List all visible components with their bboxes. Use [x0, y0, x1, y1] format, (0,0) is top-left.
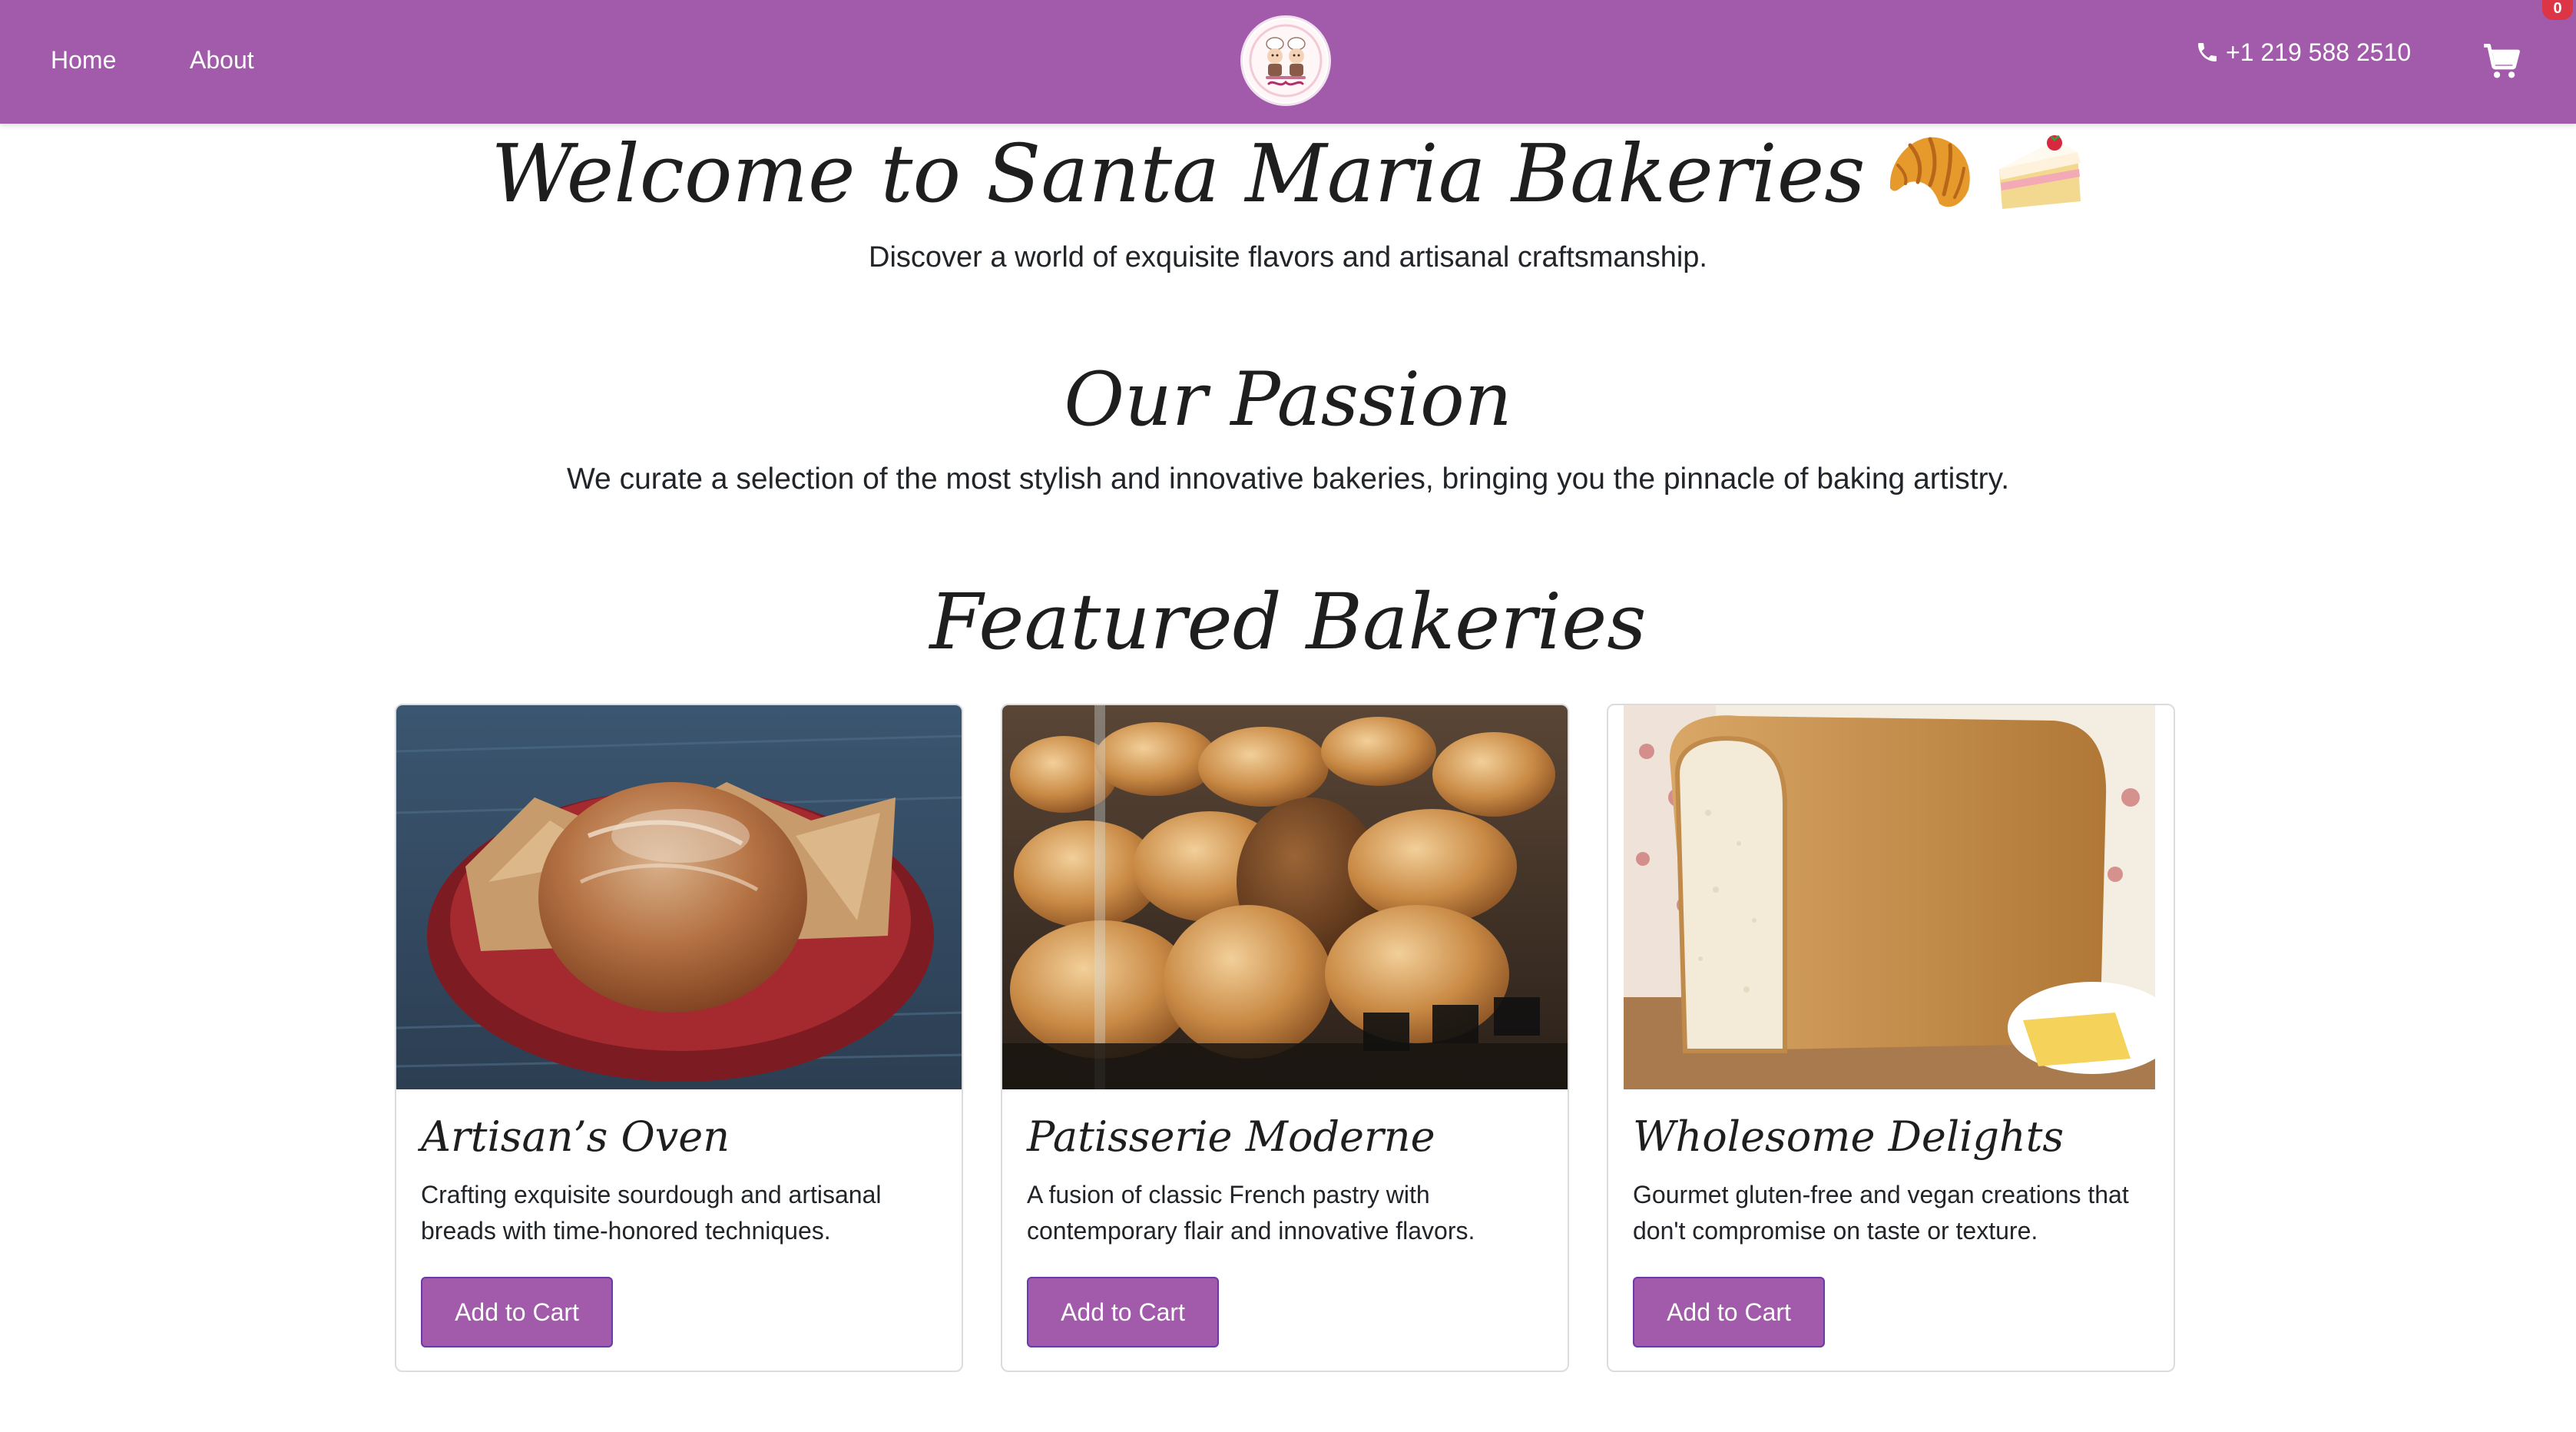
bread-display-image: [1002, 705, 1568, 1089]
nav-link-about[interactable]: About: [190, 43, 254, 77]
phone-icon: [2195, 40, 2220, 65]
card-title: Wholesome Delights: [1633, 1112, 2064, 1161]
cart-button[interactable]: [2482, 41, 2522, 81]
featured-title: Featured Bakeries: [929, 577, 1647, 667]
card-title: Patisserie Moderne: [1027, 1112, 1435, 1161]
sourdough-loaf-image: [396, 705, 962, 1089]
add-to-cart-button[interactable]: Add to Cart: [421, 1277, 613, 1347]
add-to-cart-button[interactable]: Add to Cart: [1633, 1277, 1825, 1347]
card-description: A fusion of classic French pastry with c…: [1027, 1181, 1475, 1245]
hero-subtitle: Discover a world of exquisite flavors an…: [869, 241, 1707, 273]
bakery-card: Wholesome Delights Gourmet gluten-free a…: [1607, 704, 2175, 1372]
nav-link-home[interactable]: Home: [51, 43, 116, 77]
bakery-card: Patisserie Moderne A fusion of classic F…: [1001, 704, 1569, 1372]
phone-number[interactable]: +1 219 588 2510: [2226, 38, 2411, 67]
bakery-logo-icon: [1244, 19, 1327, 102]
cart-icon: [2484, 44, 2520, 78]
bakery-logo[interactable]: [1240, 15, 1331, 106]
cake-emoji: [1995, 135, 2085, 212]
cart-count-badge: 0: [2542, 0, 2573, 20]
passion-text: We curate a selection of the most stylis…: [566, 462, 2010, 496]
navbar: Home About +1 219 588 2510 0: [0, 0, 2576, 124]
passion-title: Our Passion: [1064, 356, 1512, 443]
card-description: Gourmet gluten-free and vegan creations …: [1633, 1181, 2129, 1245]
phone-contact[interactable]: +1 219 588 2510: [2195, 35, 2411, 69]
croissant-emoji: [1882, 128, 1978, 219]
hero-title: Welcome to Santa Maria Bakeries: [491, 127, 1866, 220]
add-to-cart-button[interactable]: Add to Cart: [1027, 1277, 1219, 1347]
hero-title-row: Welcome to Santa Maria Bakeries: [0, 123, 2576, 224]
bakery-card: Artisan’s Oven Crafting exquisite sourdo…: [395, 704, 963, 1372]
white-bread-image: [1624, 705, 2155, 1089]
card-title: Artisan’s Oven: [421, 1112, 730, 1161]
card-description: Crafting exquisite sourdough and artisan…: [421, 1181, 882, 1245]
